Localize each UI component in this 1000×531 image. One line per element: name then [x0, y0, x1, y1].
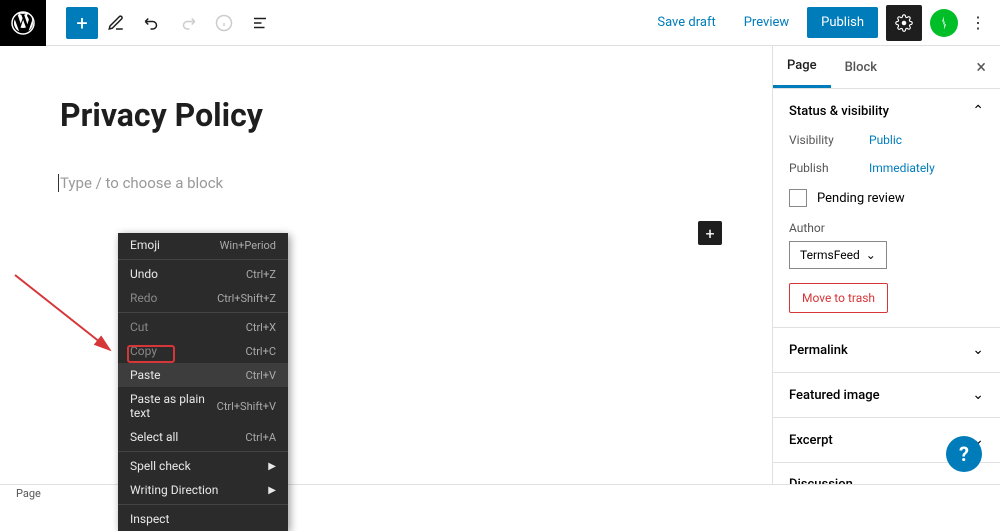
close-sidebar-icon[interactable]: ×: [962, 57, 1000, 78]
menu-item-paste-plain[interactable]: Paste as plain textCtrl+Shift+V: [118, 387, 288, 425]
panel-title: Status & visibility: [789, 104, 889, 119]
menu-item-writing-direction[interactable]: Writing Direction▶: [118, 478, 288, 502]
add-block-inline-button[interactable]: +: [698, 221, 722, 245]
jetpack-icon[interactable]: [930, 9, 958, 37]
panel-status-visibility: Status & visibility ⌃ Visibility Public …: [773, 89, 1000, 328]
author-label: Author: [789, 221, 984, 235]
top-toolbar: + Save draft Preview Publish ⋮: [0, 0, 1000, 46]
save-draft-button[interactable]: Save draft: [647, 9, 725, 36]
add-block-toolbar-button[interactable]: +: [66, 7, 98, 39]
sidebar-tabs: Page Block ×: [773, 46, 1000, 89]
block-placeholder[interactable]: Type / to choose a block: [60, 174, 732, 192]
publish-label: Publish: [789, 161, 869, 175]
menu-item-inspect[interactable]: Inspect: [118, 507, 288, 531]
menu-separator: [118, 504, 288, 505]
main-area: Privacy Policy Type / to choose a block …: [0, 46, 1000, 484]
tab-block[interactable]: Block: [831, 48, 891, 87]
chevron-up-icon: ⌃: [972, 103, 984, 119]
menu-separator: [118, 451, 288, 452]
editor-canvas[interactable]: Privacy Policy Type / to choose a block …: [0, 46, 772, 484]
publish-button[interactable]: Publish: [807, 7, 878, 38]
menu-item-emoji[interactable]: EmojiWin+Period: [118, 233, 288, 257]
panel-permalink: Permalink ⌄: [773, 328, 1000, 373]
breadcrumb[interactable]: Page: [16, 487, 41, 500]
panel-title: Permalink: [789, 343, 848, 358]
pending-review-row[interactable]: Pending review: [789, 189, 984, 207]
panel-header-status[interactable]: Status & visibility ⌃: [773, 89, 1000, 133]
panel-title: Discussion: [789, 477, 853, 484]
annotation-arrow: [10, 270, 120, 360]
menu-item-paste[interactable]: PasteCtrl+V: [118, 363, 288, 387]
info-icon[interactable]: [206, 5, 242, 41]
move-to-trash-button[interactable]: Move to trash: [789, 283, 888, 313]
menu-item-redo[interactable]: RedoCtrl+Shift+Z: [118, 286, 288, 310]
panel-header-featured-image[interactable]: Featured image ⌄: [773, 373, 1000, 417]
visibility-value[interactable]: Public: [869, 133, 902, 147]
menu-item-undo[interactable]: UndoCtrl+Z: [118, 262, 288, 286]
author-value: TermsFeed: [800, 248, 860, 262]
settings-button[interactable]: [886, 5, 922, 41]
submenu-arrow-icon: ▶: [268, 461, 276, 472]
toolbar-left-group: +: [46, 5, 278, 41]
menu-item-spell-check[interactable]: Spell check▶: [118, 454, 288, 478]
panel-title: Featured image: [789, 388, 880, 403]
field-visibility: Visibility Public: [789, 133, 984, 147]
chevron-down-icon: ⌄: [972, 342, 984, 358]
redo-icon[interactable]: [170, 5, 206, 41]
preview-button[interactable]: Preview: [734, 9, 799, 36]
panel-featured-image: Featured image ⌄: [773, 373, 1000, 418]
author-select[interactable]: TermsFeed ⌄: [789, 241, 887, 269]
context-menu: EmojiWin+Period UndoCtrl+Z RedoCtrl+Shif…: [118, 233, 288, 531]
pending-review-label: Pending review: [817, 191, 905, 206]
tab-page[interactable]: Page: [773, 46, 831, 88]
more-options-icon[interactable]: ⋮: [966, 5, 990, 41]
panel-header-permalink[interactable]: Permalink ⌄: [773, 328, 1000, 372]
menu-item-copy[interactable]: CopyCtrl+C: [118, 339, 288, 363]
wordpress-logo[interactable]: [0, 0, 46, 46]
pending-review-checkbox[interactable]: [789, 189, 807, 207]
undo-icon[interactable]: [134, 5, 170, 41]
toolbar-right-group: Save draft Preview Publish ⋮: [647, 5, 1000, 41]
help-button[interactable]: ?: [946, 436, 982, 472]
chevron-down-icon: ⌄: [972, 387, 984, 403]
settings-sidebar: Page Block × Status & visibility ⌃ Visib…: [772, 46, 1000, 484]
menu-item-select-all[interactable]: Select allCtrl+A: [118, 425, 288, 449]
outline-icon[interactable]: [242, 5, 278, 41]
edit-mode-icon[interactable]: [98, 5, 134, 41]
menu-separator: [118, 259, 288, 260]
field-publish: Publish Immediately: [789, 161, 984, 175]
publish-value[interactable]: Immediately: [869, 161, 935, 175]
panel-title: Excerpt: [789, 433, 833, 448]
chevron-down-icon: ⌄: [866, 248, 876, 262]
visibility-label: Visibility: [789, 133, 869, 147]
page-title[interactable]: Privacy Policy: [60, 96, 732, 134]
submenu-arrow-icon: ▶: [268, 485, 276, 496]
menu-separator: [118, 312, 288, 313]
menu-item-cut[interactable]: CutCtrl+X: [118, 315, 288, 339]
panel-body-status: Visibility Public Publish Immediately Pe…: [773, 133, 1000, 327]
